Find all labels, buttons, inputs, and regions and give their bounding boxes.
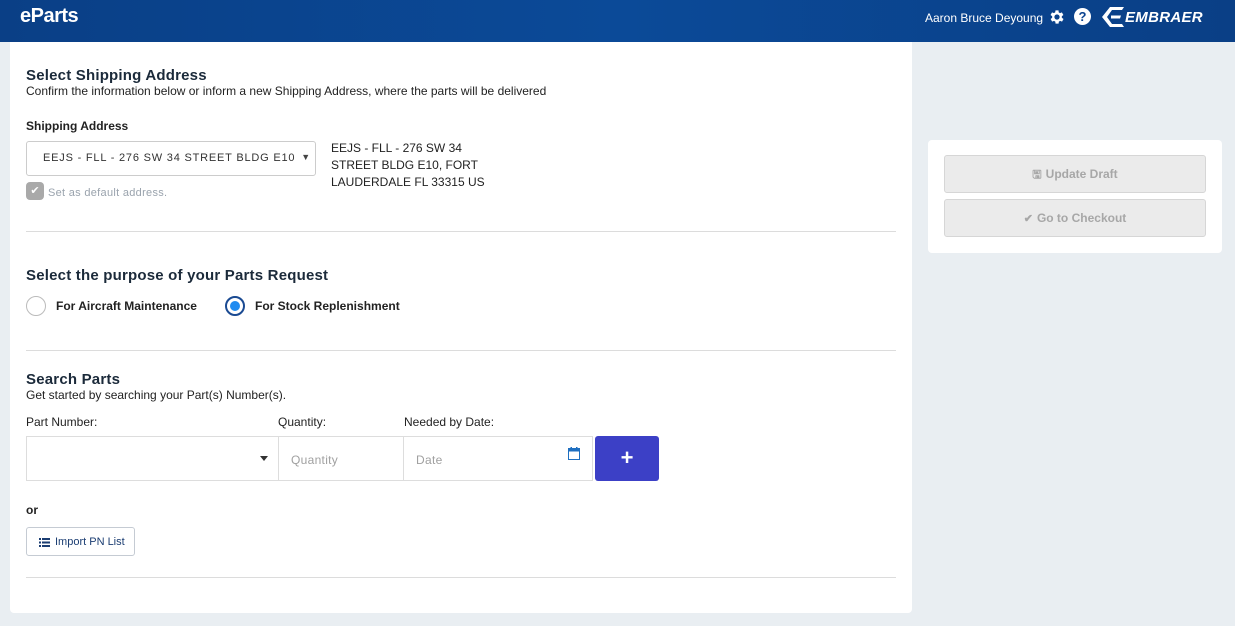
- shipping-address-value: EEJS - FLL - 276 SW 34 STREET BLDG E10: [43, 152, 296, 164]
- floppy-icon: 🖫: [1032, 169, 1042, 181]
- quantity-placeholder: Quantity: [291, 453, 339, 467]
- main-panel: Select Shipping Address Confirm the info…: [10, 42, 912, 613]
- radio-aircraft-maintenance-label[interactable]: For Aircraft Maintenance: [56, 299, 197, 313]
- or-text: or: [26, 503, 38, 517]
- radio-stock-replenishment[interactable]: [225, 296, 245, 316]
- shipping-address-select[interactable]: EEJS - FLL - 276 SW 34 STREET BLDG E10 ▼: [26, 141, 316, 176]
- check-icon: ✔: [30, 185, 40, 197]
- part-number-select[interactable]: [26, 436, 279, 481]
- caret-down-icon: ▼: [301, 152, 311, 162]
- check-icon: ✔: [1023, 213, 1033, 225]
- date-label: Needed by Date:: [404, 415, 495, 429]
- import-pn-list-label: Import PN List: [55, 536, 125, 548]
- address-line: STREET BLDG E10, FORT: [331, 158, 478, 172]
- import-pn-list-button[interactable]: Import PN List: [26, 527, 135, 556]
- purpose-title: Select the purpose of your Parts Request: [26, 267, 329, 284]
- default-address-checkbox[interactable]: ✔: [26, 182, 44, 200]
- part-number-label: Part Number:: [26, 415, 98, 429]
- search-subtitle: Get started by searching your Part(s) Nu…: [26, 388, 287, 402]
- side-panel: 🖫 Update Draft ✔ Go to Checkout: [928, 140, 1222, 253]
- date-placeholder: Date: [416, 453, 443, 467]
- quantity-label: Quantity:: [278, 415, 327, 429]
- divider: [26, 577, 896, 578]
- user-name[interactable]: Aaron Bruce Deyoung: [925, 11, 1043, 25]
- radio-aircraft-maintenance[interactable]: [26, 296, 46, 316]
- go-to-checkout-label: Go to Checkout: [1036, 211, 1127, 225]
- caret-down-icon: [260, 456, 268, 461]
- embraer-logo-mark-icon: [1102, 7, 1124, 27]
- address-line: LAUDERDALE FL 33315 US: [331, 175, 485, 189]
- date-input[interactable]: Date: [403, 436, 593, 481]
- calendar-icon[interactable]: [568, 447, 580, 460]
- top-bar: eParts Aaron Bruce Deyoung ? EMBRAER: [0, 0, 1235, 42]
- address-line: EEJS - FLL - 276 SW 34: [331, 141, 462, 155]
- app-brand[interactable]: eParts: [20, 5, 79, 28]
- divider: [26, 231, 896, 232]
- shipping-subtitle: Confirm the information below or inform …: [26, 84, 547, 98]
- help-icon[interactable]: ?: [1074, 8, 1091, 25]
- logo-text: EMBRAER: [1125, 8, 1203, 26]
- divider: [26, 350, 896, 351]
- shipping-address-label: Shipping Address: [26, 119, 129, 133]
- update-draft-label: Update Draft: [1045, 167, 1118, 181]
- go-to-checkout-button[interactable]: ✔ Go to Checkout: [944, 199, 1206, 237]
- gear-icon[interactable]: [1048, 8, 1066, 26]
- default-address-label: Set as default address.: [48, 187, 168, 199]
- update-draft-button[interactable]: 🖫 Update Draft: [944, 155, 1206, 193]
- radio-stock-replenishment-label[interactable]: For Stock Replenishment: [255, 299, 400, 313]
- address-display: EEJS - FLL - 276 SW 34 STREET BLDG E10, …: [331, 140, 511, 191]
- shipping-title: Select Shipping Address: [26, 67, 207, 84]
- add-part-button[interactable]: +: [595, 436, 659, 481]
- list-icon: [39, 538, 50, 547]
- embraer-logo[interactable]: EMBRAER: [1102, 7, 1203, 27]
- search-title: Search Parts: [26, 371, 121, 388]
- quantity-input[interactable]: Quantity: [278, 436, 404, 481]
